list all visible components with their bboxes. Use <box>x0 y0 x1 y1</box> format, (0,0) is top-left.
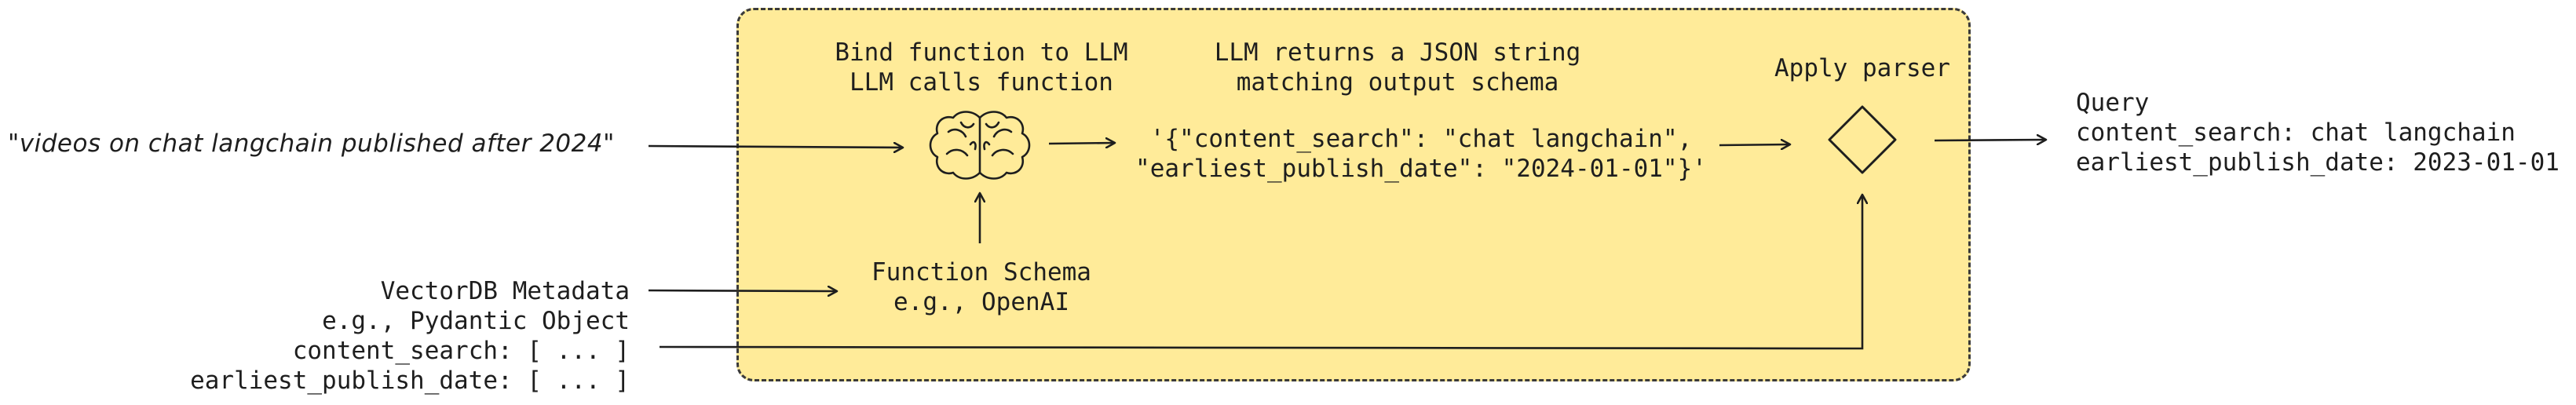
query-output-title: Query <box>2076 89 2150 117</box>
arrow-metadata-to-schema <box>648 290 837 291</box>
llm-returns-label: LLM returns a JSON string <box>1214 38 1581 67</box>
metadata-example: e.g., Pydantic Object <box>322 307 630 335</box>
diamond-icon <box>1828 105 1897 174</box>
metadata-field-content-search: content_search: [ ... ] <box>292 337 630 365</box>
diagram-canvas: "videos on chat langchain published afte… <box>0 0 2576 405</box>
arrow-query-to-llm <box>648 146 903 148</box>
query-output-content-search: content_search: chat langchain <box>2076 119 2516 147</box>
arrow-json-to-parser <box>1719 144 1790 145</box>
json-output-line2: "earliest_publish_date": "2024-01-01"}' <box>1135 155 1707 183</box>
metadata-title: VectorDB Metadata <box>380 277 630 305</box>
json-output-line1: '{"content_search": "chat langchain", <box>1149 125 1693 153</box>
output-schema-label: matching output schema <box>1236 68 1559 97</box>
arrow-llm-to-json <box>1048 143 1115 144</box>
brain-icon <box>929 111 1031 180</box>
llm-calls-function-label: LLM calls function <box>850 68 1113 97</box>
bind-function-label: Bind function to LLM <box>835 38 1128 67</box>
user-query-text: "videos on chat langchain published afte… <box>8 130 615 158</box>
metadata-field-publish-date: earliest_publish_date: [ ... ] <box>190 367 630 395</box>
query-output-publish-date: earliest_publish_date: 2023-01-01 <box>2076 148 2560 177</box>
function-schema-label: Function Schema <box>871 258 1091 286</box>
apply-parser-label: Apply parser <box>1774 54 1950 82</box>
function-schema-example: e.g., OpenAI <box>893 288 1069 316</box>
